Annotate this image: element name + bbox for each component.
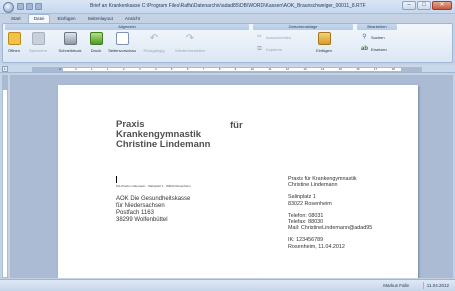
copy-icon: ⧉ [257, 46, 262, 52]
tab-ansicht[interactable]: Ansicht [120, 15, 145, 23]
document-workspace[interactable]: Praxis Krankengymnastik Christine Lindem… [10, 75, 453, 278]
group-label-bearbeiten: Bearbeiten [357, 24, 397, 30]
ruler-mark: 6 [186, 67, 189, 71]
tab-einfuegen[interactable]: Einfügen [52, 15, 80, 23]
copy-button[interactable]: ⧉ Kopieren [256, 46, 282, 53]
letterhead-praxis: Praxis Krankengymnastik Christine Lindem… [116, 119, 211, 150]
ruler-mark: 13 [303, 67, 307, 71]
search-button[interactable]: ⚲ Suchen [361, 34, 384, 41]
print-button[interactable]: Druck [85, 32, 107, 53]
ruler-mark: 7 [202, 67, 205, 71]
recipient-address: AOK Die Gesundheitskasse für Niedersachs… [116, 196, 191, 223]
ruler-strip: 3 2 1 1 2 3 4 5 6 7 8 9 10 11 12 13 14 15 16 17 18 [32, 67, 422, 72]
ruler-mark: 17 [373, 67, 378, 71]
ribbon-tabs: Start Datei Einfügen Seitenlayout Ansich… [0, 14, 455, 23]
ruler-mark: 18 [391, 67, 395, 71]
title-bar: Brief an Krankenkasse C:\Program Files\R… [0, 0, 455, 14]
redo-button[interactable]: ↷ Wiederherstellen [175, 32, 205, 53]
save-button[interactable]: Speichern [27, 32, 49, 53]
ruler-mark: 3 [59, 67, 61, 71]
tab-seitenlayout[interactable]: Seitenlayout [83, 15, 118, 23]
page-preview-button[interactable]: Seitenvorschau [108, 32, 136, 53]
qat-undo-icon[interactable] [26, 3, 33, 10]
ruler-mark: 10 [250, 67, 254, 71]
ribbon: Allgemein Zwischenablage Bearbeiten Öffn… [2, 23, 453, 63]
document-page[interactable]: Praxis Krankengymnastik Christine Lindem… [58, 85, 418, 278]
ruler-mark: 1 [90, 67, 93, 71]
replace-button[interactable]: ab Ersetzen [361, 46, 387, 53]
ruler-mark: 9 [234, 67, 237, 71]
horizontal-ruler[interactable]: L 3 2 1 1 2 3 4 5 6 7 8 9 10 11 12 13 14 15 16 17 18 [0, 65, 455, 73]
qat-save-icon[interactable] [17, 3, 24, 10]
undo-icon: ↶ [149, 33, 159, 44]
letterhead-fuer: für [230, 120, 243, 131]
clipboard-icon [317, 32, 331, 45]
tab-stop-selector[interactable]: L [2, 66, 8, 72]
ruler-mark: 2 [122, 67, 125, 71]
ruler-mark: 16 [356, 67, 360, 71]
sender-line: KG-Praxis Lindemann · Salinplatz 1 · 830… [116, 184, 191, 188]
ruler-mark: 1 [106, 67, 109, 71]
ruler-mark: 15 [338, 67, 342, 71]
redo-icon: ↷ [185, 33, 195, 44]
quick-print-button[interactable]: Schnelldruck [59, 32, 81, 53]
status-bar: Markus Falle 11.04.2012 [0, 279, 455, 291]
open-button[interactable]: Öffnen [3, 32, 25, 53]
quick-access-toolbar [17, 3, 42, 10]
open-folder-icon [7, 32, 21, 45]
status-date: 11.04.2012 [422, 282, 452, 289]
undo-button[interactable]: ↶ Rückgängig [143, 32, 165, 53]
replace-icon: ab [361, 46, 369, 52]
ruler-mark: 2 [74, 67, 77, 71]
page-preview-icon [115, 32, 129, 45]
ruler-marks: 3 2 1 1 2 3 4 5 6 7 8 9 10 11 12 13 14 15 16 17 18 [33, 68, 421, 71]
ruler-mark: 11 [268, 67, 272, 71]
window-title: Brief an Krankenkasse C:\Program Files\R… [90, 3, 366, 9]
application-menu-button[interactable] [3, 2, 14, 13]
text-cursor [116, 176, 117, 183]
ruler-mark: 12 [285, 67, 290, 71]
minimize-button[interactable]: – [402, 1, 416, 10]
qat-customize-icon[interactable] [35, 3, 42, 10]
vruler-top-margin [3, 76, 7, 90]
group-label-allgemein: Allgemein [5, 24, 249, 30]
paste-button[interactable]: Einfügen [313, 32, 335, 53]
maximize-button[interactable]: □ [417, 1, 431, 10]
vertical-ruler[interactable] [2, 75, 8, 278]
tab-start[interactable]: Start [6, 15, 26, 23]
ruler-mark: 4 [154, 67, 157, 71]
group-label-zwischenablage: Zwischenablage [253, 24, 353, 30]
save-icon [31, 32, 45, 45]
ruler-mark: 3 [138, 67, 141, 71]
tab-datei[interactable]: Datei [27, 14, 51, 23]
binoculars-icon: ⚲ [362, 34, 367, 40]
scissors-icon: ✂ [256, 34, 263, 40]
ruler-mark: 8 [218, 67, 221, 71]
ruler-mark: 5 [170, 67, 173, 71]
ruler-mark: 14 [320, 67, 325, 71]
status-user: Markus Falle [383, 283, 409, 288]
print-icon [89, 32, 103, 45]
close-button[interactable]: ✕ [432, 1, 452, 10]
cut-button[interactable]: ✂ Ausschneiden [256, 34, 291, 41]
quick-print-icon [63, 32, 77, 45]
sender-info-block: Praxis für Krankengymnastik Christine Li… [288, 176, 373, 250]
